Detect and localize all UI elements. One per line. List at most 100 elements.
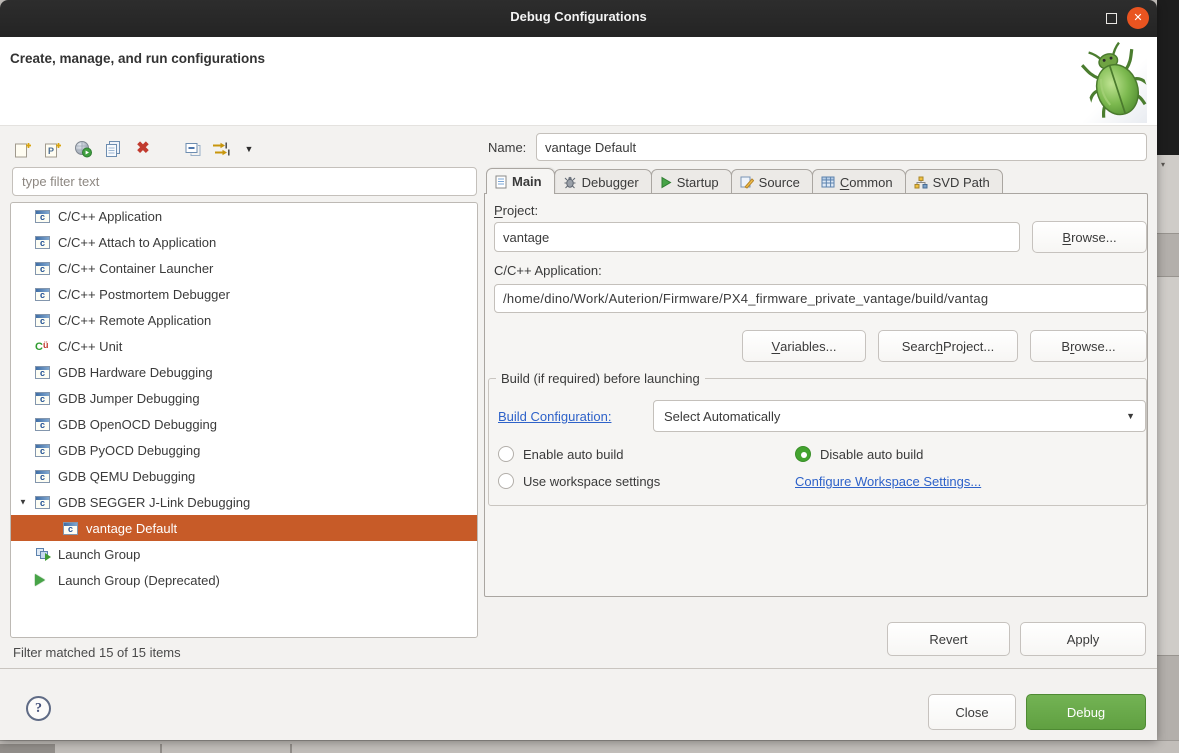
export-configurations-button[interactable] xyxy=(70,138,96,160)
configure-workspace-settings-link[interactable]: Configure Workspace Settings... xyxy=(795,474,981,489)
use-workspace-settings-radio[interactable] xyxy=(498,473,514,489)
build-configuration-link[interactable]: Build Configuration: xyxy=(498,409,611,424)
screen: ▾ Debug Configurations ✕ Create, manage,… xyxy=(0,0,1179,753)
application-path-input[interactable] xyxy=(494,284,1147,313)
debug-configurations-dialog: Debug Configurations ✕ Create, manage, a… xyxy=(0,0,1157,740)
chevron-down-icon: ▼ xyxy=(1126,411,1135,421)
tree-item-gdb-qemu-debugging[interactable]: cGDB QEMU Debugging xyxy=(11,463,477,489)
restore-icon[interactable] xyxy=(1106,13,1117,24)
background-divider xyxy=(290,744,292,753)
background-dark-area xyxy=(1157,0,1179,155)
filter-status: Filter matched 15 of 15 items xyxy=(13,645,181,660)
tree-item-label: C/C++ Attach to Application xyxy=(58,235,216,250)
capp-icon: c xyxy=(35,287,53,301)
tree-item-label: vantage Default xyxy=(86,521,177,536)
chevron-down-icon: ▼ xyxy=(245,144,254,154)
disable-auto-build-radio[interactable] xyxy=(795,446,811,462)
filter-configurations-button[interactable] xyxy=(208,138,234,160)
capp-icon: c xyxy=(35,495,53,509)
capp-icon: c xyxy=(35,235,53,249)
tab-debugger[interactable]: Debugger xyxy=(554,169,652,194)
project-input[interactable] xyxy=(494,222,1020,252)
tree-item-gdb-jumper-debugging[interactable]: cGDB Jumper Debugging xyxy=(11,385,477,411)
build-configuration-combo[interactable]: Select Automatically ▼ xyxy=(653,400,1146,432)
revert-button[interactable]: Revert xyxy=(887,622,1010,656)
enable-auto-build-label: Enable auto build xyxy=(523,447,623,462)
tree-item-gdb-openocd-debugging[interactable]: c GDB OpenOCD Debugging xyxy=(11,411,477,437)
titlebar: Debug Configurations ✕ xyxy=(0,0,1157,37)
debug-button[interactable]: Debug xyxy=(1026,694,1146,730)
tree-item-label: GDB Hardware Debugging xyxy=(58,365,213,380)
capp-icon: c xyxy=(35,313,53,327)
tree-item-c-c-container-launcher[interactable]: cC/C++ Container Launcher xyxy=(11,255,477,281)
footer-separator xyxy=(0,668,1157,669)
tree-item-label: C/C++ Postmortem Debugger xyxy=(58,287,230,302)
enable-auto-build-radio[interactable] xyxy=(498,446,514,462)
tab-label: Debugger xyxy=(582,175,639,190)
tree-item-label: C/C++ Remote Application xyxy=(58,313,211,328)
close-button[interactable]: Close xyxy=(928,694,1016,730)
apply-button[interactable]: Apply xyxy=(1020,622,1146,656)
play-icon xyxy=(35,573,53,587)
tab-label: Startup xyxy=(677,175,719,190)
tree-item-launch-group[interactable]: Launch Group xyxy=(11,541,477,567)
tree-item-label: GDB Jumper Debugging xyxy=(58,391,200,406)
lgroup-icon xyxy=(35,547,53,561)
play-icon xyxy=(660,176,672,189)
name-input[interactable] xyxy=(536,133,1147,161)
close-window-icon[interactable]: ✕ xyxy=(1127,7,1149,29)
background-divider xyxy=(160,744,162,753)
variables-button[interactable]: Variables... xyxy=(742,330,866,362)
cunit-icon: Cü xyxy=(35,339,53,353)
tree-item-label: GDB OpenOCD Debugging xyxy=(58,417,217,432)
collapse-all-button[interactable] xyxy=(180,138,206,160)
delete-configuration-button[interactable]: ✖ xyxy=(130,138,156,160)
new-configuration-button[interactable] xyxy=(10,138,36,160)
project-label: Project: xyxy=(494,203,538,218)
background-window-strip: ▾ xyxy=(1157,0,1179,753)
dialog-header: Create, manage, and run configurations xyxy=(0,37,1157,126)
filter-input[interactable] xyxy=(12,167,477,196)
application-label: C/C++ Application: xyxy=(494,263,602,278)
disable-auto-build-label: Disable auto build xyxy=(820,447,923,462)
name-label: Name: xyxy=(488,140,526,155)
config-tree[interactable]: cC/C++ Application c C/C++ Attach to Appli… xyxy=(10,202,478,638)
tree-item-label: C/C++ Container Launcher xyxy=(58,261,213,276)
capp-icon: c xyxy=(35,469,53,483)
tree-item-c-c-unit[interactable]: CüC/C++ Unit xyxy=(11,333,477,359)
tree-item-gdb-segger-j-link-debugging[interactable]: ▼ c GDB SEGGER J-Link Debugging xyxy=(11,489,477,515)
dialog-subtitle: Create, manage, and run configurations xyxy=(10,51,265,66)
build-group-legend: Build (if required) before launching xyxy=(496,371,705,386)
tree-item-label: GDB PyOCD Debugging xyxy=(58,443,200,458)
bug-icon xyxy=(563,175,577,189)
tree-item-label: GDB SEGGER J-Link Debugging xyxy=(58,495,250,510)
tab-svd-path[interactable]: SVD Path xyxy=(905,169,1003,194)
capp-icon: c xyxy=(63,521,81,535)
project-browse-button[interactable]: Browse... xyxy=(1032,221,1147,253)
expand-arrow-icon[interactable]: ▼ xyxy=(19,498,27,507)
tab-source[interactable]: Source xyxy=(731,169,813,194)
toolbar-menu-button[interactable]: ▼ xyxy=(240,138,258,160)
tree-item-gdb-hardware-debugging[interactable]: cGDB Hardware Debugging xyxy=(11,359,477,385)
tree-item-c-c-postmortem-debugger[interactable]: c C/C++ Postmortem Debugger xyxy=(11,281,477,307)
tree-item-launch-group-deprecated[interactable]: Launch Group (Deprecated) xyxy=(11,567,477,593)
tab-startup[interactable]: Startup xyxy=(651,169,732,194)
tree-item-label: Launch Group (Deprecated) xyxy=(58,573,220,588)
tab-common[interactable]: Common xyxy=(812,169,906,194)
tab-label: Main xyxy=(512,174,542,189)
tree-item-c-c-application[interactable]: cC/C++ Application xyxy=(11,203,477,229)
search-project-button[interactable]: Search Project... xyxy=(878,330,1018,362)
capp-icon: c xyxy=(35,417,53,431)
new-prototype-button[interactable]: P xyxy=(40,138,66,160)
tree-item-vantage-default[interactable]: c vantage Default xyxy=(11,515,477,541)
duplicate-configuration-button[interactable] xyxy=(100,138,126,160)
application-browse-button[interactable]: Browse... xyxy=(1030,330,1147,362)
debug-beetle-icon xyxy=(1083,40,1147,123)
background-scrollbar xyxy=(1157,655,1179,753)
tree-item-gdb-pyocd-debugging[interactable]: cGDB PyOCD Debugging xyxy=(11,437,477,463)
tree-item-c-c-remote-application[interactable]: c C/C++ Remote Application xyxy=(11,307,477,333)
help-button[interactable]: ? xyxy=(26,696,51,721)
svg-text:P: P xyxy=(48,146,54,156)
tab-main[interactable]: Main xyxy=(486,168,555,194)
tree-item-c-c-attach-to-application[interactable]: c C/C++ Attach to Application xyxy=(11,229,477,255)
